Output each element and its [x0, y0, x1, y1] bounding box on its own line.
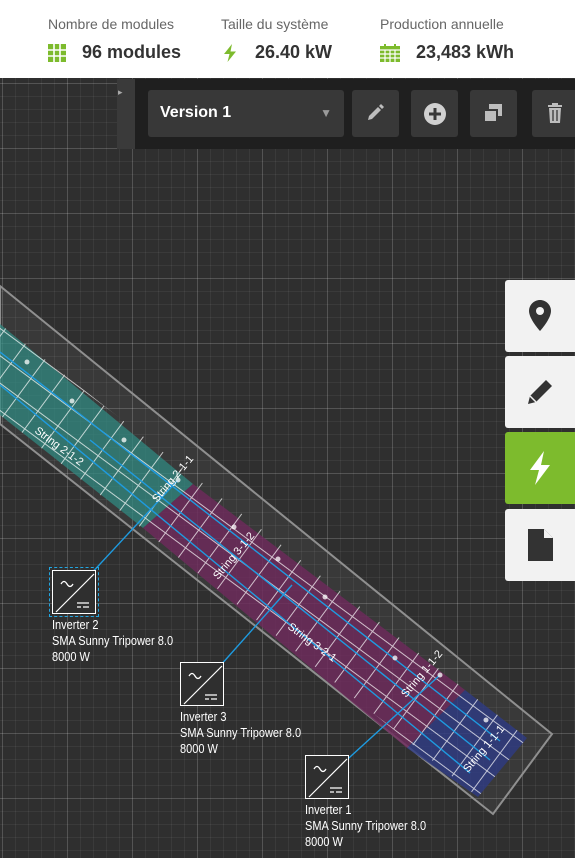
inverter-icon[interactable] — [305, 755, 349, 799]
stat-modules: Nombre de modules 96 modules — [48, 16, 181, 63]
stat-system-size-value: 26.40 kW — [255, 42, 333, 62]
inverter-model: SMA Sunny Tripower 8.0 — [305, 819, 427, 833]
stat-modules-label: Nombre de modules — [48, 16, 175, 32]
duplicate-icon — [483, 104, 502, 123]
version-select-value: Version 1 — [160, 104, 232, 121]
version-toolbar: ▸ Version 1 ▼ — [117, 79, 575, 149]
stat-annual-production: Production annuelle 23,483 kWh — [380, 16, 514, 63]
location-mode-button[interactable] — [505, 280, 575, 352]
pencil-icon — [528, 380, 552, 404]
calendar-icon — [380, 43, 400, 62]
pencil-icon — [368, 104, 384, 120]
inverter-icon[interactable] — [49, 567, 99, 617]
inverter-power: 8000 W — [305, 835, 343, 849]
inverter-model: SMA Sunny Tripower 8.0 — [180, 726, 302, 740]
inverter-icon[interactable] — [180, 662, 224, 706]
stat-system-size: Taille du système 26.40 kW — [221, 16, 332, 63]
duplicate-version-button[interactable] — [470, 90, 517, 137]
stats-header: Nombre de modules 96 modules Taille du s… — [0, 0, 575, 78]
stat-annual-production-label: Production annuelle — [380, 16, 504, 32]
delete-version-button[interactable] — [532, 90, 575, 137]
lightning-icon — [530, 451, 550, 485]
version-select[interactable]: Version 1 ▼ — [148, 90, 344, 137]
collapse-arrow-icon: ▸ — [118, 87, 123, 97]
inverter-model: SMA Sunny Tripower 8.0 — [52, 634, 174, 648]
inverter-name: Inverter 3 — [180, 710, 227, 724]
document-icon — [528, 529, 553, 561]
plus-circle-icon — [424, 103, 446, 125]
stat-annual-production-value: 23,483 kWh — [416, 42, 515, 62]
inverter-power: 8000 W — [52, 650, 90, 664]
inverter-name: Inverter 2 — [52, 618, 99, 632]
module-grid-icon — [48, 43, 66, 62]
map-pin-icon — [529, 300, 551, 331]
inverter-name: Inverter 1 — [305, 803, 352, 817]
collapse-toolbar-button[interactable]: ▸ — [117, 79, 135, 149]
stat-system-size-label: Taille du système — [221, 16, 329, 32]
add-version-button[interactable] — [411, 90, 458, 137]
inverter-power: 8000 W — [180, 742, 218, 756]
chevron-down-icon: ▼ — [320, 106, 332, 120]
report-mode-button[interactable] — [505, 509, 575, 581]
trash-icon — [548, 103, 562, 123]
rename-version-button[interactable] — [352, 90, 399, 137]
lightning-icon — [224, 43, 236, 62]
stat-modules-value: 96 modules — [82, 42, 182, 62]
edit-mode-button[interactable] — [505, 356, 575, 428]
electrical-mode-button[interactable] — [505, 432, 575, 504]
